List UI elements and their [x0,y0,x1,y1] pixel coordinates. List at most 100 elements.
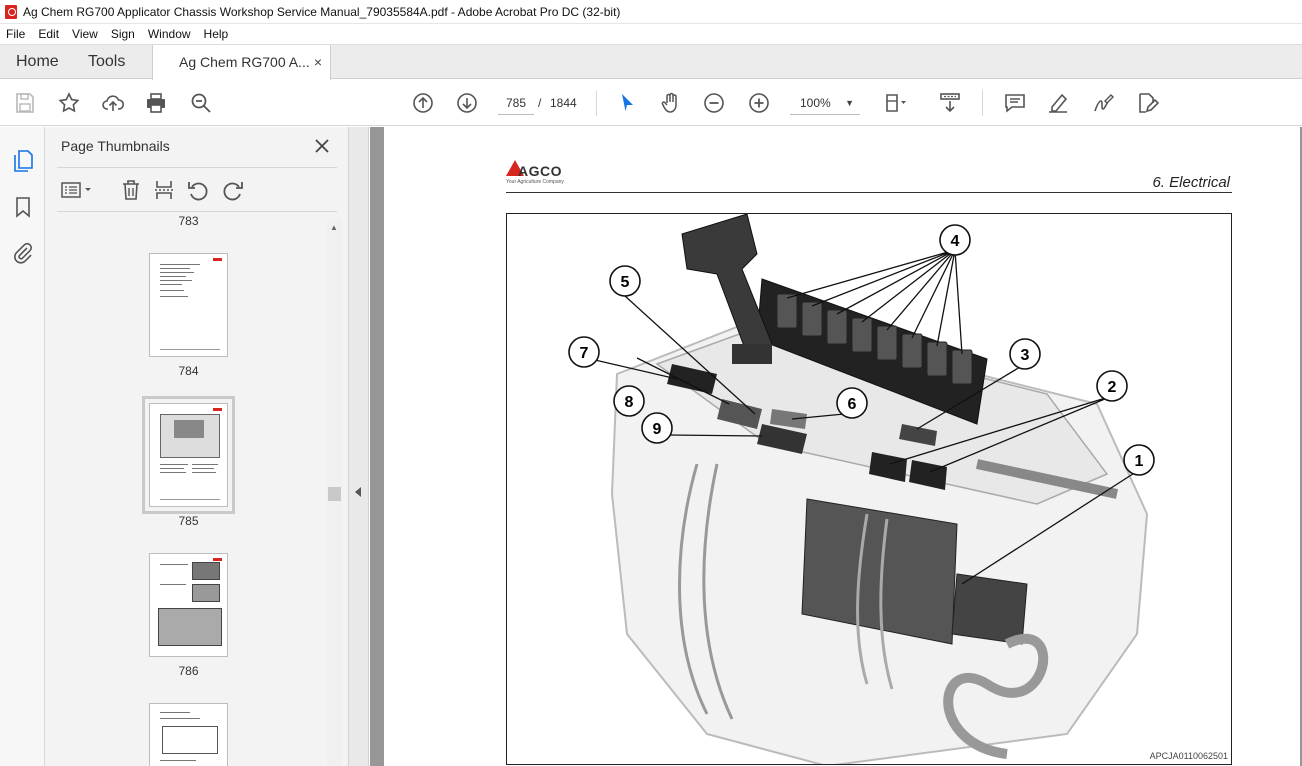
menu-window[interactable]: Window [148,27,191,41]
thumbnail-label: 784 [178,364,199,378]
thumb-figure [162,726,218,754]
select-arrow-icon[interactable] [614,90,640,116]
callout-4: 4 [951,233,960,250]
page-thumbnail-784[interactable] [149,253,228,357]
joystick-base [732,344,772,364]
bookmark-star-icon[interactable] [56,90,82,116]
thumbnail-label: 785 [178,514,199,528]
thumb-line [192,464,218,466]
comment-icon[interactable] [1002,90,1028,116]
document-tab-label: Ag Chem RG700 A... [179,54,310,70]
callout-8: 8 [625,394,634,411]
current-page-input[interactable]: 785 [498,91,534,115]
edit-pdf-icon[interactable] [1134,90,1160,116]
thumb-line [160,499,220,501]
section-heading: 6. Electrical [1152,174,1230,191]
agco-logo: AGCO Your Agriculture Company [506,160,586,190]
rotate-cw-icon[interactable] [220,177,246,203]
thumb-line [192,468,214,470]
zoom-in-icon[interactable] [746,90,772,116]
fit-page-icon[interactable] [882,90,908,116]
thumb-line [160,272,194,274]
logo-wordmark: AGCO [518,163,562,179]
close-tab-icon[interactable]: × [314,45,322,79]
thumb-logo [213,258,222,261]
thumb-line [192,472,216,474]
tab-home[interactable]: Home [16,45,59,79]
upload-icon[interactable] [100,90,126,116]
thumb-line [160,268,190,270]
menu-file[interactable]: File [6,27,25,41]
delete-icon[interactable] [118,177,144,203]
thumb-figure [192,584,220,602]
thumbnail-scrollbar[interactable]: ▲ [327,219,342,766]
callout-6: 6 [848,396,857,413]
scroll-up-icon[interactable]: ▲ [330,223,338,232]
tab-bar: Home Tools Ag Chem RG700 A... × [0,44,1302,80]
thumb-line [160,349,220,351]
console-illustration: 4 3 2 1 5 7 8 6 9 [568,214,1155,764]
thumb-line [160,276,186,278]
page-thumbnail-786[interactable] [149,553,228,657]
print-icon[interactable] [143,90,169,116]
zoom-select[interactable]: 100% ▼ [790,91,860,115]
header-rule [506,192,1232,193]
divider [57,167,337,168]
menu-edit[interactable]: Edit [38,27,59,41]
thumb-line [160,584,186,586]
page-separator: / [538,96,542,110]
thumb-figure [192,562,220,580]
logo-tagline: Your Agriculture Company [506,179,564,185]
thumb-line [160,712,190,714]
document-viewport[interactable]: AGCO Your Agriculture Company 6. Electri… [370,127,1302,766]
page-thumbnail-787[interactable] [149,703,228,766]
rotate-ccw-icon[interactable] [185,177,211,203]
callout-7: 7 [580,345,589,362]
zoom-search-icon[interactable] [188,90,214,116]
thumb-line [160,564,188,566]
pages-icon[interactable] [11,149,35,173]
callout-9: 9 [653,421,662,438]
options-icon[interactable] [59,177,97,203]
page-down-icon[interactable] [454,90,480,116]
chevron-left-icon [355,487,361,497]
thumbnails-panel: Page Thumbnails 783 784 785 786 ▲ [45,127,349,766]
technical-figure: 4 3 2 1 5 7 8 6 9 APCJA0110062501 [506,213,1232,765]
toolbar-divider [982,90,983,116]
window-title: Ag Chem RG700 Applicator Chassis Worksho… [23,4,621,19]
panel-title: Page Thumbnails [61,138,170,154]
panel-collapse-handle[interactable] [349,127,369,766]
toolbar-divider [596,90,597,116]
figure-id: APCJA0110062501 [1149,751,1228,761]
attachment-icon[interactable] [11,241,35,265]
page-up-icon[interactable] [410,90,436,116]
tab-tools[interactable]: Tools [88,45,125,79]
menu-bar: File Edit View Sign Window Help [0,24,1302,44]
bookmark-icon[interactable] [11,195,35,219]
thumb-line [160,472,186,474]
thumb-line [160,760,196,762]
callout-2: 2 [1108,379,1117,396]
tab-document[interactable]: Ag Chem RG700 A... × [152,45,331,80]
zoom-value: 100% [800,96,831,110]
sign-icon[interactable] [1090,90,1116,116]
thumb-line [160,718,200,720]
thumb-line [160,464,188,466]
pdf-page: AGCO Your Agriculture Company 6. Electri… [384,127,1300,766]
scroll-mode-icon[interactable] [937,90,963,116]
thumb-figure [158,608,222,646]
save-icon[interactable] [12,90,38,116]
page-thumbnail-785[interactable] [142,396,235,514]
callout-1: 1 [1135,453,1144,470]
thumb-logo [213,408,222,411]
close-panel-icon[interactable] [311,135,333,157]
menu-view[interactable]: View [72,27,98,41]
menu-sign[interactable]: Sign [111,27,135,41]
thumb-line [160,284,182,286]
menu-help[interactable]: Help [204,27,229,41]
extract-icon[interactable] [151,177,177,203]
highlight-icon[interactable] [1045,90,1071,116]
scrollbar-thumb[interactable] [328,487,341,501]
hand-icon[interactable] [658,90,684,116]
zoom-out-icon[interactable] [701,90,727,116]
